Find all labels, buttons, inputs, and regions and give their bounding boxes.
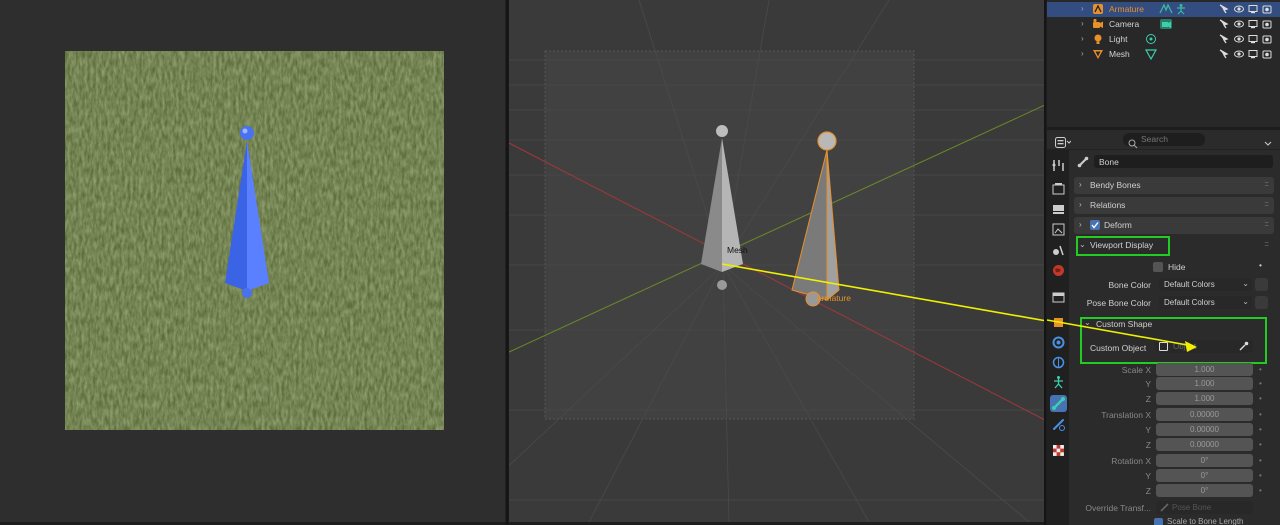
annotation-arrow: [505, 0, 1197, 525]
